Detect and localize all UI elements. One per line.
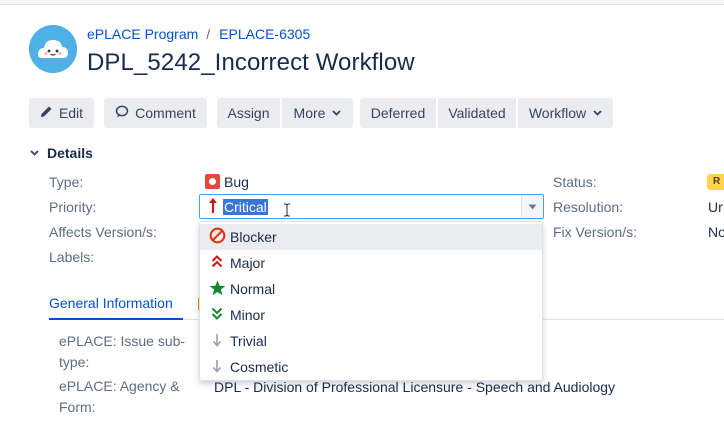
double-chevron-up-icon xyxy=(208,255,226,271)
agency-form-value: DPL - Division of Professional Licensure… xyxy=(214,379,616,395)
edit-label: Edit xyxy=(58,105,84,121)
chevron-down-icon xyxy=(593,108,602,119)
fix-version-label: Fix Version/s: xyxy=(553,224,638,240)
status-badge[interactable]: R xyxy=(707,174,724,190)
priority-option-trivial[interactable]: Trivial xyxy=(200,328,542,354)
resolution-label: Resolution: xyxy=(553,199,624,215)
issue-subtype-label-line2: type: xyxy=(59,354,90,370)
text-cursor-icon xyxy=(283,203,291,217)
priority-select[interactable]: Critical xyxy=(199,194,544,219)
issue-subtype-label-line1: ePLACE: Issue sub- xyxy=(59,333,186,349)
priority-dropdown-list: Blocker Major Normal Minor Trivial Cosme… xyxy=(199,221,543,381)
type-value: Bug xyxy=(224,174,249,190)
priority-option-major[interactable]: Major xyxy=(200,250,542,276)
priority-input-text[interactable]: Critical xyxy=(223,199,268,215)
workflow-label: Workflow xyxy=(528,105,587,121)
status-label: Status: xyxy=(553,174,597,190)
blocker-icon xyxy=(208,227,226,247)
speech-bubble-icon xyxy=(115,105,129,121)
priority-option-label: Major xyxy=(230,255,266,271)
more-button[interactable]: More xyxy=(282,98,353,128)
assign-button[interactable]: Assign xyxy=(217,98,280,128)
arrow-down-icon xyxy=(208,333,226,350)
agency-form-label: ePLACE: Agency & Form: xyxy=(59,376,180,418)
dropdown-toggle-icon[interactable] xyxy=(521,195,543,218)
cloud-icon xyxy=(29,25,77,73)
more-label: More xyxy=(293,105,326,121)
deferred-button[interactable]: Deferred xyxy=(360,98,436,128)
affects-version-label: Affects Version/s: xyxy=(49,224,157,240)
top-border xyxy=(0,0,724,5)
comment-button[interactable]: Comment xyxy=(104,98,207,128)
breadcrumb-issue-key-link[interactable]: EPLACE-6305 xyxy=(219,26,310,42)
priority-label: Priority: xyxy=(49,199,97,215)
priority-option-normal[interactable]: Normal xyxy=(200,276,542,302)
double-chevron-down-icon xyxy=(208,307,226,323)
fix-version-value: No xyxy=(708,224,724,240)
chevron-down-icon xyxy=(332,108,342,119)
project-avatar[interactable] xyxy=(29,25,77,73)
breadcrumb: ePLACE Program / EPLACE-6305 xyxy=(87,26,310,42)
pencil-icon xyxy=(40,105,53,121)
bug-icon xyxy=(205,174,220,189)
agency-form-label-line1: ePLACE: Agency & xyxy=(59,378,180,394)
type-label: Type: xyxy=(49,174,84,190)
edit-button[interactable]: Edit xyxy=(29,98,94,128)
priority-option-label: Blocker xyxy=(230,229,277,245)
star-icon xyxy=(208,280,226,299)
details-section-toggle[interactable]: Details xyxy=(30,145,93,161)
tab-general-information[interactable]: General Information xyxy=(49,295,173,311)
arrow-down-icon xyxy=(208,359,226,376)
resolution-value: Ur xyxy=(708,199,723,215)
details-heading: Details xyxy=(47,145,93,161)
arrow-up-icon xyxy=(208,197,218,218)
priority-option-label: Cosmetic xyxy=(230,359,289,375)
priority-option-cosmetic[interactable]: Cosmetic xyxy=(200,354,542,380)
priority-option-label: Minor xyxy=(230,307,266,323)
workflow-button[interactable]: Workflow xyxy=(518,98,613,128)
priority-option-minor[interactable]: Minor xyxy=(200,302,542,328)
comment-label: Comment xyxy=(135,105,196,121)
chevron-down-icon xyxy=(30,148,39,159)
priority-option-blocker[interactable]: Blocker xyxy=(200,224,542,250)
priority-option-label: Trivial xyxy=(230,333,267,349)
validated-button[interactable]: Validated xyxy=(438,98,516,128)
tab-active-indicator xyxy=(49,318,183,320)
issue-subtype-label: ePLACE: Issue sub- type: xyxy=(59,331,185,373)
breadcrumb-project-link[interactable]: ePLACE Program xyxy=(87,26,198,42)
agency-form-label-line2: Form: xyxy=(59,399,96,415)
breadcrumb-separator: / xyxy=(206,26,211,42)
page-title: DPL_5242_Incorrect Workflow xyxy=(87,49,415,76)
labels-label: Labels: xyxy=(49,249,95,265)
priority-option-label: Normal xyxy=(230,281,276,297)
